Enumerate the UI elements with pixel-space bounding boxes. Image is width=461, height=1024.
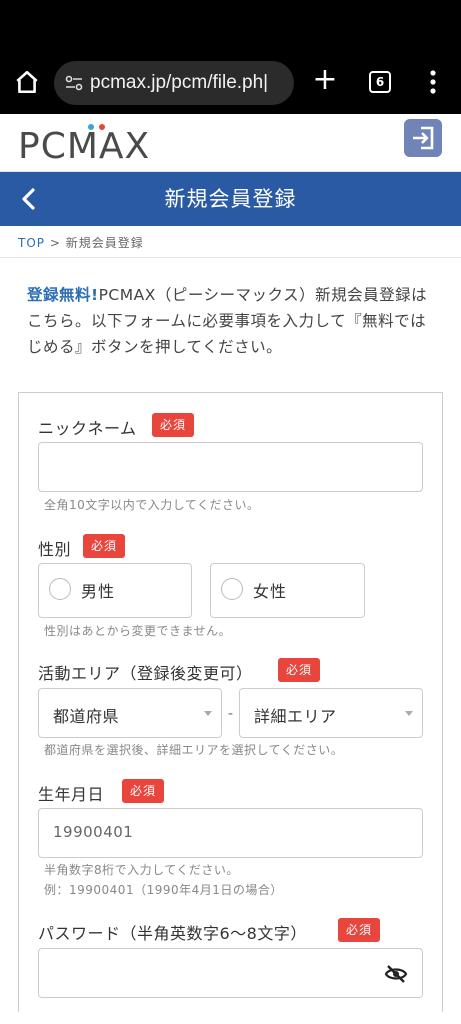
status-bar — [0, 0, 461, 52]
free-registration-label: 登録無料! — [27, 286, 99, 304]
area-separator: - — [228, 706, 234, 722]
address-bar[interactable]: pcmax.jp/pcm/file.ph| — [54, 61, 294, 105]
logo-text: PCMAX — [18, 126, 151, 167]
gender-option-female[interactable]: 女性 — [210, 563, 365, 618]
divider — [0, 257, 461, 258]
logo-dot-blue — [88, 124, 94, 130]
login-icon[interactable] — [404, 119, 442, 157]
required-badge: 必須 — [83, 534, 126, 558]
dropdown-caret-icon — [405, 711, 413, 716]
radio-button[interactable] — [49, 578, 71, 600]
breadcrumb-current: 新規会員登録 — [65, 236, 144, 250]
birthday-placeholder: 19900401 — [53, 823, 134, 841]
birthday-input[interactable]: 19900401 — [38, 808, 423, 858]
browser-toolbar: pcmax.jp/pcm/file.ph| + 6 — [0, 52, 461, 114]
password-label: パスワード（半角英数字6〜8文字） — [38, 924, 307, 943]
page-title-bar: 新規会員登録 — [0, 172, 461, 226]
nickname-input[interactable] — [38, 442, 423, 492]
detail-area-select[interactable]: 詳細エリア — [239, 688, 423, 738]
more-menu-icon[interactable] — [425, 67, 441, 97]
birthday-example: 例：19900401（1990年4月1日の場合） — [44, 883, 283, 897]
nickname-hint: 全角10文字以内で入力してください。 — [44, 498, 260, 512]
breadcrumb: TOP > 新規会員登録 — [18, 234, 144, 251]
required-badge: 必須 — [338, 918, 381, 942]
gender-option-label: 女性 — [253, 582, 288, 601]
nickname-label: ニックネーム — [38, 419, 137, 438]
back-chevron-icon[interactable] — [14, 184, 44, 214]
birthday-label: 生年月日 — [38, 785, 105, 804]
prefecture-select-value: 都道府県 — [53, 707, 120, 726]
breadcrumb-top-link[interactable]: TOP — [18, 236, 45, 250]
gender-label: 性別 — [38, 540, 72, 559]
logo-dot-red — [99, 124, 105, 130]
url-text: pcmax.jp/pcm/file.ph| — [90, 72, 269, 93]
required-badge: 必須 — [152, 413, 195, 437]
prefecture-select[interactable]: 都道府県 — [38, 688, 222, 738]
site-header: PCMAX — [0, 114, 461, 172]
breadcrumb-separator: > — [45, 236, 66, 250]
required-badge: 必須 — [122, 779, 165, 803]
password-input[interactable] — [38, 948, 423, 998]
hide-password-eye-icon[interactable] — [384, 962, 408, 986]
gender-hint: 性別はあとから変更できません。 — [44, 624, 232, 638]
detail-area-select-value: 詳細エリア — [254, 707, 337, 726]
birthday-hint: 半角数字8桁で入力してください。 — [44, 863, 239, 877]
tab-switcher-button[interactable]: 6 — [369, 71, 391, 93]
page-title: 新規会員登録 — [164, 187, 297, 211]
home-icon[interactable] — [14, 69, 40, 95]
gender-option-male[interactable]: 男性 — [38, 563, 192, 618]
area-hint: 都道府県を選択後、詳細エリアを選択してください。 — [44, 743, 344, 757]
intro-text: 登録無料!PCMAX（ピーシーマックス）新規会員登録はこちら。以下フォームに必要… — [27, 282, 442, 360]
required-badge: 必須 — [278, 658, 321, 682]
radio-button[interactable] — [221, 578, 243, 600]
gender-option-label: 男性 — [81, 582, 116, 601]
new-tab-button[interactable]: + — [312, 65, 338, 95]
area-label: 活動エリア（登録後変更可） — [38, 664, 253, 683]
dropdown-caret-icon — [204, 711, 212, 716]
site-settings-icon[interactable] — [64, 73, 84, 93]
pcmax-logo[interactable]: PCMAX — [18, 122, 158, 167]
